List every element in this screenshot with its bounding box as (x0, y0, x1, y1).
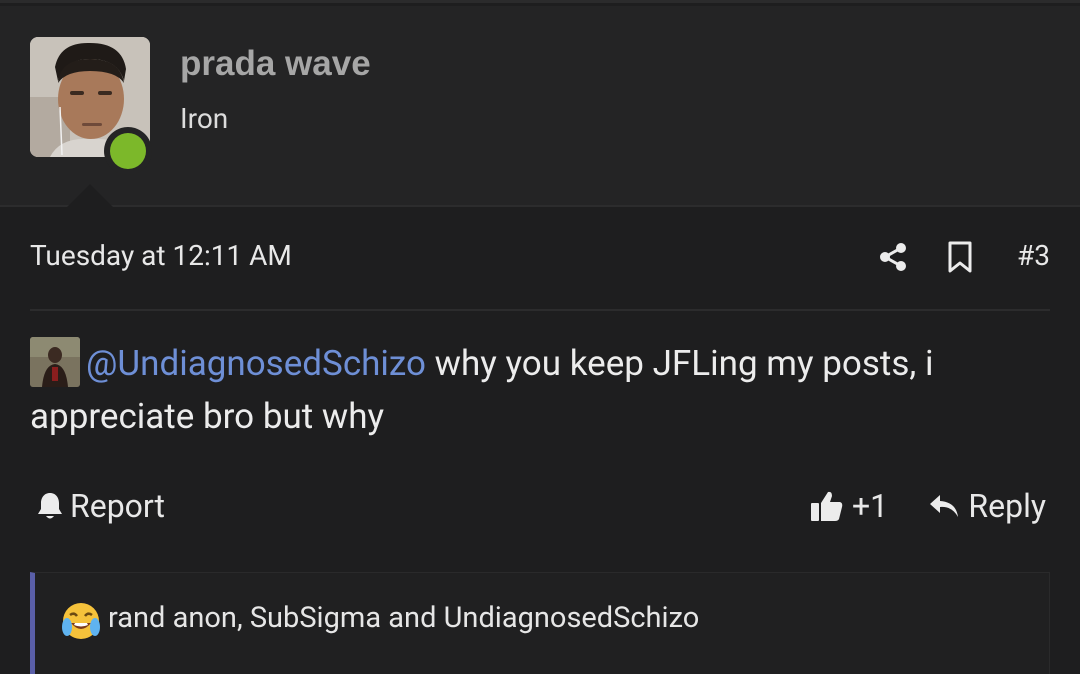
online-status-indicator (104, 127, 152, 175)
post-text-line2: appreciate bro but why (30, 396, 385, 437)
reply-label: Reply (968, 487, 1046, 525)
like-button[interactable]: +1 (810, 487, 888, 525)
share-icon[interactable] (878, 242, 908, 272)
post-date[interactable]: Tuesday at 12:11 AM (30, 239, 292, 272)
post-number[interactable]: #3 (1017, 239, 1050, 272)
crying-laughing-emoji-icon (61, 601, 101, 641)
reaction-users[interactable]: rand anon, SubSigma and UndiagnosedSchiz… (108, 601, 699, 635)
post-text-line1: why you keep JFLing my posts, i (426, 343, 934, 384)
post-meta: Tuesday at 12:11 AM #3 (30, 209, 1050, 311)
like-count: +1 (852, 487, 889, 525)
username[interactable]: prada wave (180, 44, 371, 84)
reply-button[interactable]: Reply (928, 487, 1046, 525)
post-actions: Report +1 Reply (30, 481, 1050, 537)
bell-icon (38, 493, 62, 519)
thumbs-up-icon (811, 491, 843, 521)
mention-avatar[interactable] (30, 337, 80, 387)
report-label: Report (70, 487, 165, 525)
post-body: @UndiagnosedSchizo why you keep JFLing m… (30, 337, 1030, 443)
user-title: Iron (180, 102, 229, 135)
user-mention-link[interactable]: @UndiagnosedSchizo (86, 343, 426, 384)
user-header: prada wave Iron (0, 6, 1080, 210)
user-avatar-wrap[interactable] (30, 37, 152, 175)
bookmark-icon[interactable] (947, 241, 973, 273)
header-pointer (64, 184, 116, 210)
reply-icon (930, 495, 959, 517)
forum-post: prada wave Iron Tuesday at 12:11 AM #3 @… (0, 0, 1080, 674)
reactions-bar[interactable]: rand anon, SubSigma and UndiagnosedSchiz… (30, 572, 1050, 674)
report-button[interactable]: Report (36, 487, 165, 525)
